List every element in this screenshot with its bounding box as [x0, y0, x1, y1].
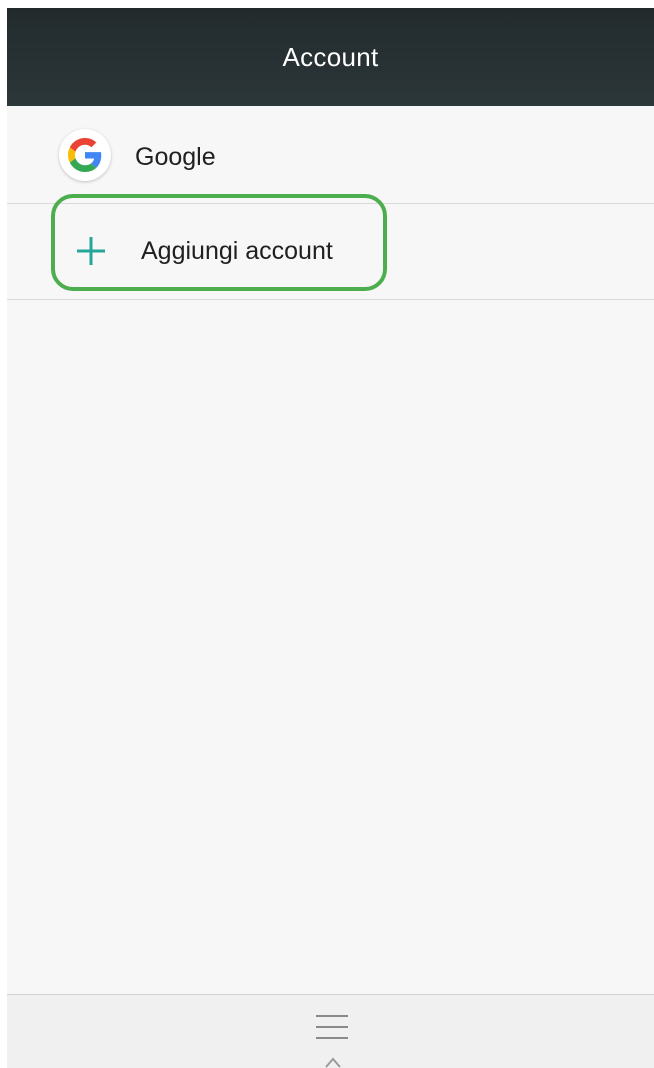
- account-item-label: Google: [135, 143, 216, 171]
- screen: Account Google Aggiungi account: [7, 8, 654, 1068]
- page-title: Account: [282, 41, 379, 72]
- bottom-bar: [7, 994, 654, 1068]
- plus-icon: [77, 237, 105, 265]
- menu-icon[interactable]: [316, 1015, 348, 1041]
- google-logo-icon: [59, 129, 111, 181]
- add-account-item[interactable]: Aggiungi account: [7, 194, 654, 300]
- add-account-label: Aggiungi account: [141, 237, 333, 265]
- app-bar: Account: [7, 8, 654, 106]
- account-item-google[interactable]: Google: [7, 106, 654, 204]
- chevron-up-icon: [325, 1057, 341, 1068]
